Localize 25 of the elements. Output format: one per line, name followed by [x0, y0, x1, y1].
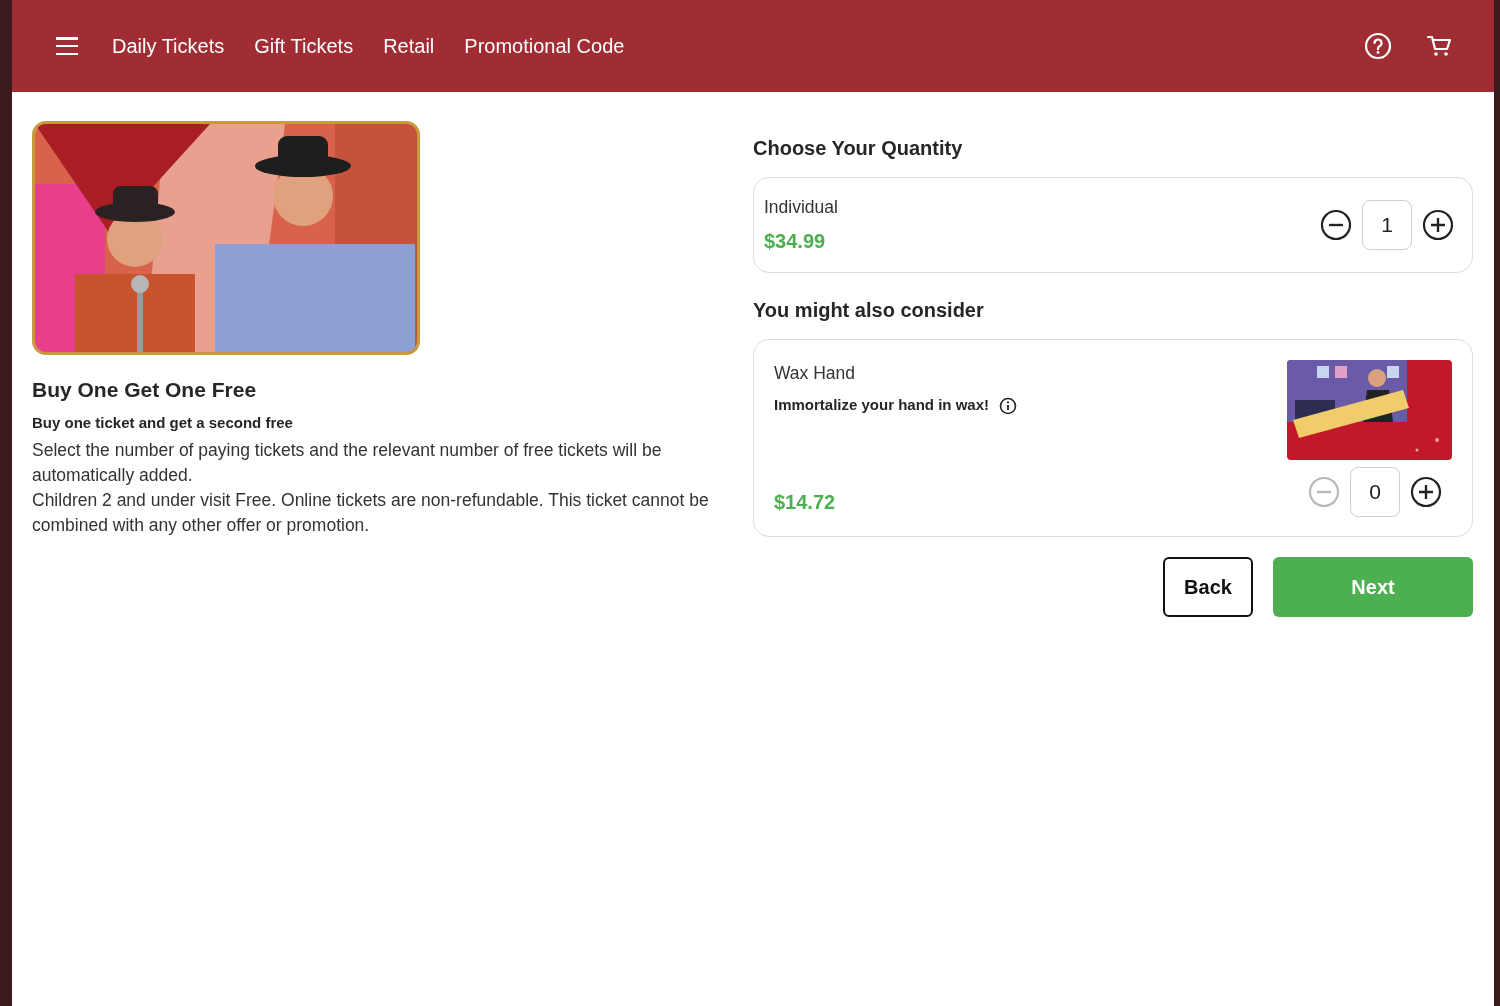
- description-text: Select the number of paying tickets and the relevant number of free tickets will be automatically added.: [32, 438, 663, 487]
- cart-icon[interactable]: [1426, 34, 1452, 58]
- quantity-field[interactable]: 0: [1350, 467, 1400, 517]
- section-heading: Choose Your Quantity: [753, 136, 964, 161]
- nav-link[interactable]: Promotional Code: [464, 31, 625, 61]
- ticket-price: $34.99: [764, 228, 826, 254]
- help-icon[interactable]: [1364, 32, 1392, 60]
- offer-subtitle: Buy one ticket and get a second free: [32, 413, 294, 434]
- quantity-field[interactable]: 1: [1362, 200, 1412, 250]
- decrement-button[interactable]: [1320, 209, 1352, 241]
- section-heading: You might also consider: [753, 298, 985, 323]
- menu-icon[interactable]: [56, 37, 78, 55]
- nav-link[interactable]: Daily Tickets: [112, 31, 225, 61]
- increment-button[interactable]: [1410, 476, 1442, 508]
- increment-button[interactable]: [1422, 209, 1454, 241]
- product-name: Wax Hand: [774, 362, 856, 385]
- product-description: Immortalize your hand in wax!: [774, 395, 990, 416]
- offer-title: Buy One Get One Free: [32, 377, 258, 403]
- nav-link[interactable]: Retail: [383, 31, 435, 61]
- ticket-name: Individual: [764, 196, 838, 220]
- back-button[interactable]: Back: [1163, 557, 1253, 617]
- nav-link[interactable]: Gift Tickets: [254, 31, 354, 61]
- info-icon[interactable]: [999, 396, 1018, 415]
- description-text: Children 2 and under visit Free. Online tickets are non-refundable. This ticket cannot be combined with any other offer or promotion.: [32, 488, 710, 537]
- product-price: $14.72: [774, 489, 836, 515]
